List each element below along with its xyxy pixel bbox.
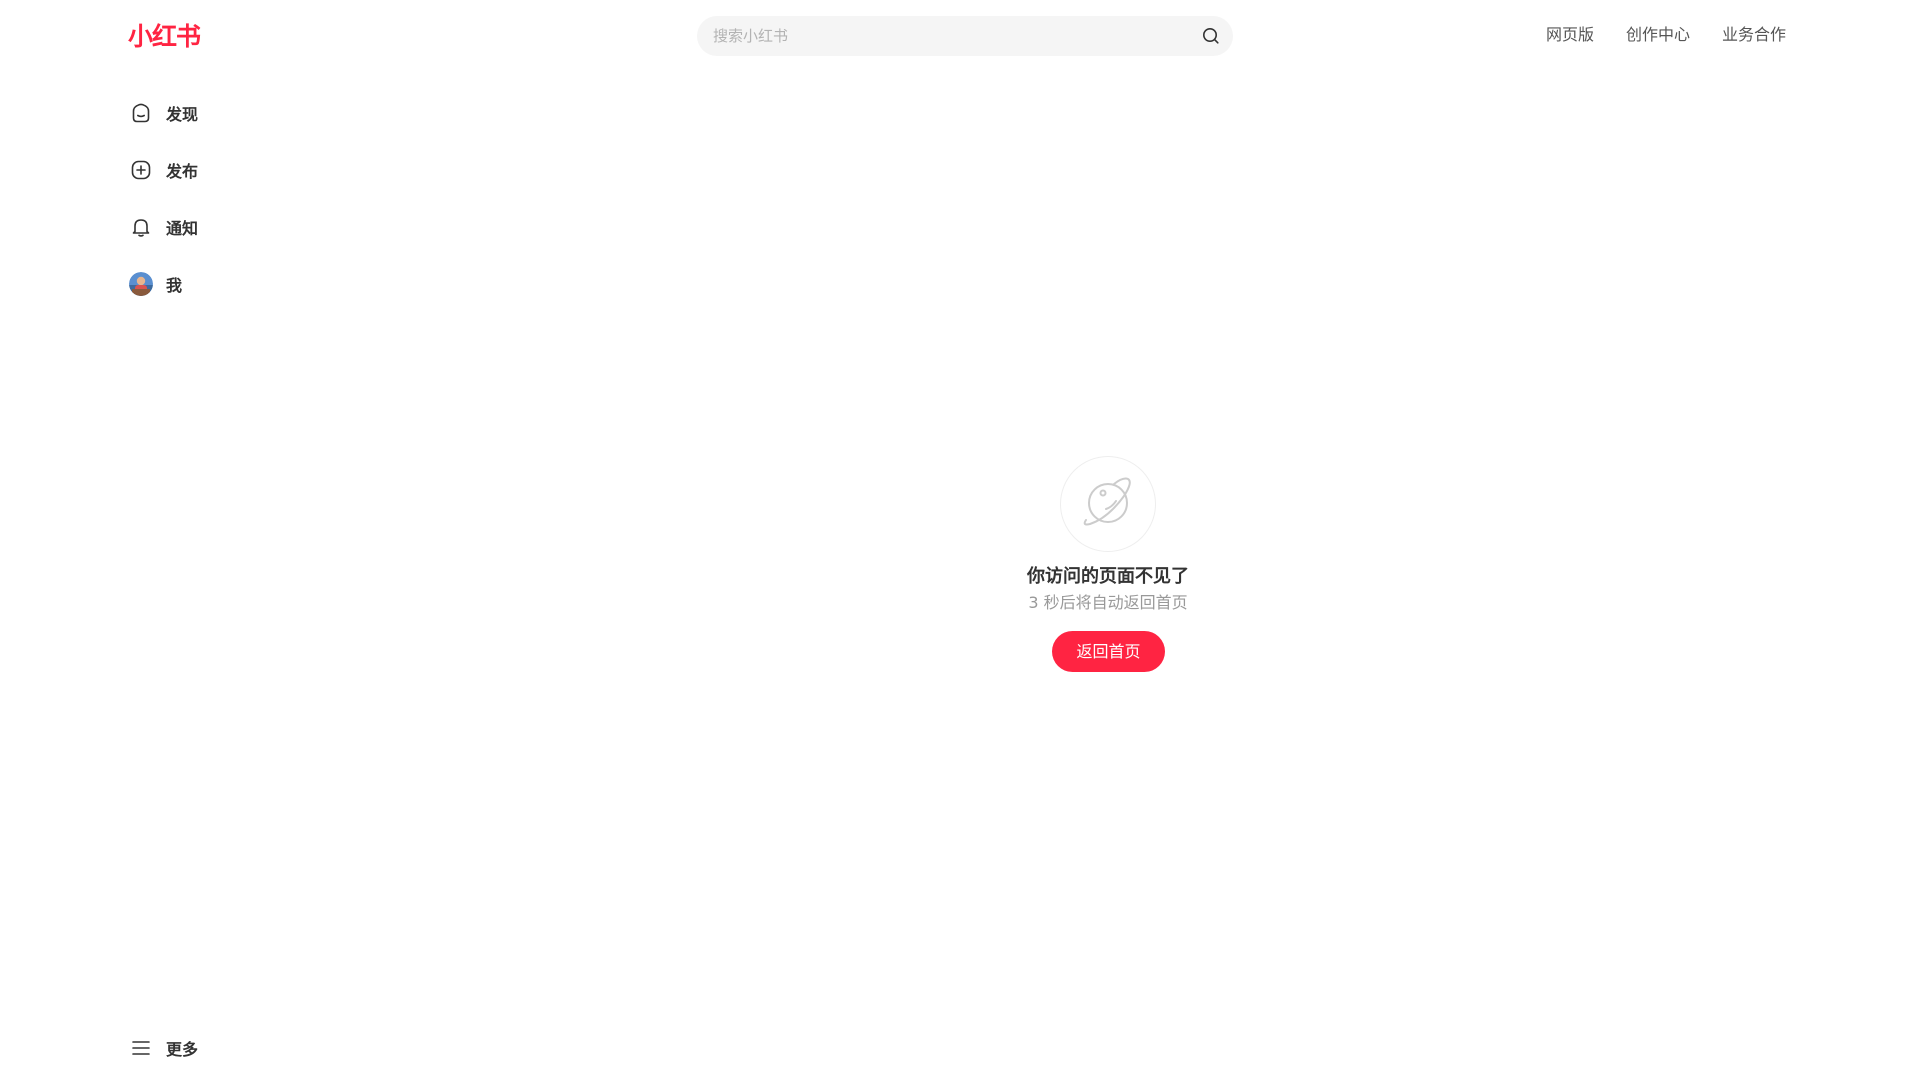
sidebar-item-label: 我 [166, 276, 183, 295]
page-root: 小红书 网页版 创作中心 业务合作 发现 [0, 0, 1920, 1080]
planet-icon [1078, 472, 1138, 536]
xiaohongshu-logo[interactable]: 小红书 [128, 20, 201, 54]
web-version-link[interactable]: 网页版 [1546, 22, 1594, 48]
menu-icon [128, 1035, 154, 1061]
sidebar-item-label: 更多 [166, 1040, 199, 1059]
business-cooperation-link[interactable]: 业务合作 [1722, 22, 1786, 48]
sidebar-item-label: 通知 [166, 219, 199, 238]
sidebar-item-label: 发现 [166, 105, 199, 124]
sidebar-item-label: 发布 [166, 162, 199, 181]
sidebar-item-more[interactable]: 更多 [128, 1030, 198, 1066]
not-found-title: 你访问的页面不见了 [1027, 566, 1189, 587]
home-icon [128, 100, 154, 126]
plus-square-icon [128, 157, 154, 183]
back-home-button[interactable]: 返回首页 [1052, 631, 1165, 672]
sidebar-item-discover[interactable]: 发现 [128, 95, 198, 131]
avatar [128, 271, 154, 297]
top-links: 网页版 创作中心 业务合作 [1546, 22, 1786, 48]
search-icon[interactable] [1201, 26, 1221, 46]
redirect-countdown-text: 3 秒后将自动返回首页 [1028, 593, 1188, 612]
not-found-illustration [1060, 456, 1156, 552]
sidebar-item-publish[interactable]: 发布 [128, 152, 198, 188]
search-input[interactable] [713, 16, 1183, 56]
search-bar [697, 16, 1233, 56]
bell-icon [128, 214, 154, 240]
sidebar-item-me[interactable]: 我 [128, 266, 182, 302]
creator-center-link[interactable]: 创作中心 [1626, 22, 1690, 48]
sidebar-item-notifications[interactable]: 通知 [128, 209, 198, 245]
